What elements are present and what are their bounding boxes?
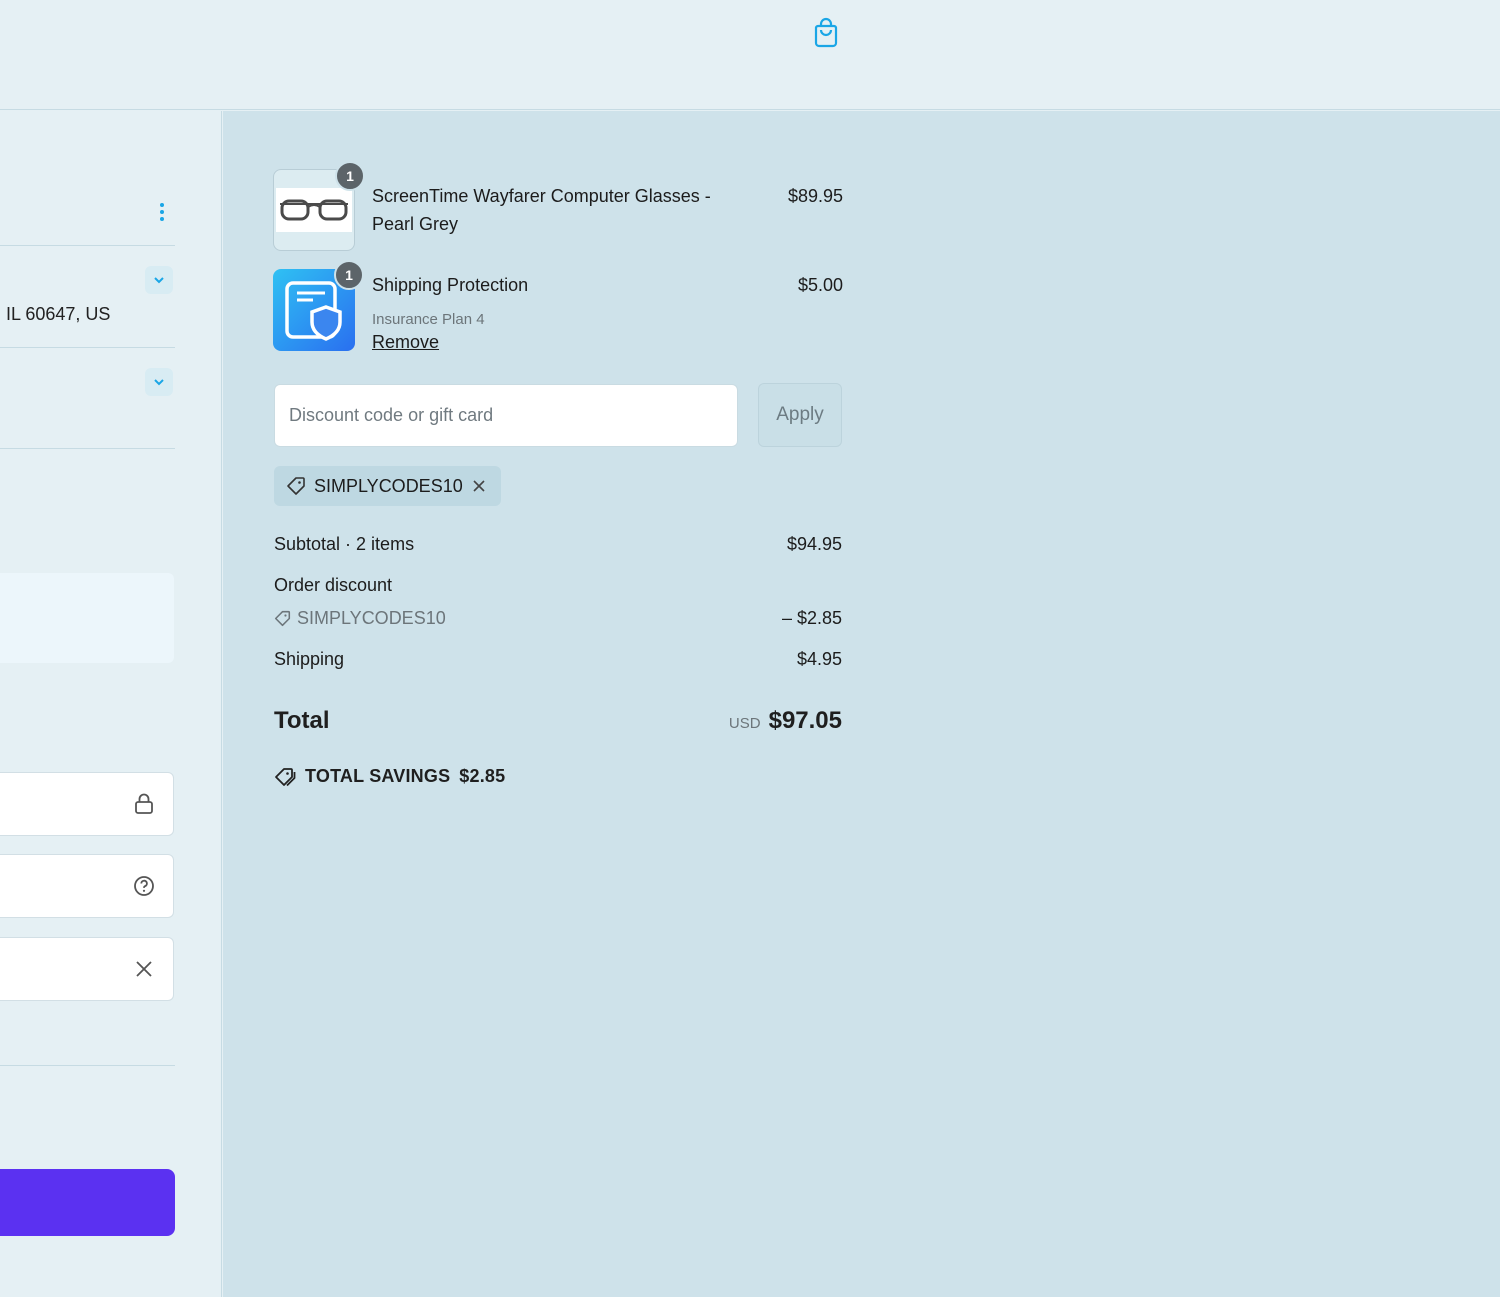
discount-code-label: SIMPLYCODES10 [297,608,446,628]
shipping-address-text: IL 60647, US [6,304,111,324]
line-item: 1 Shipping Protection $5.00 Insurance Pl… [273,260,843,353]
applied-discount-chip: SIMPLYCODES10 [274,466,501,506]
remove-code-icon[interactable] [471,478,487,494]
security-code-field[interactable] [0,854,174,918]
shipping-row: Shipping $4.95 [274,649,842,670]
checkout-form-pane: IL 60647, US [0,111,222,1297]
card-number-field[interactable] [0,772,174,836]
shipping-value: $4.95 [796,649,842,669]
name-on-card-field[interactable] [0,937,174,1001]
tags-icon [275,767,296,786]
item-title: ScreenTime Wayfarer Computer Glasses - P… [372,186,711,234]
discount-value: – $2.85 [781,608,842,628]
subtotal-label: Subtotal · 2 items [274,534,415,554]
line-item: 1 ScreenTime Wayfarer Computer Glasses -… [273,161,843,251]
quantity-badge: 1 [334,260,364,290]
item-price: $5.00 [797,275,843,295]
divider [0,1065,175,1066]
help-circle-icon[interactable] [133,875,155,897]
lock-icon [135,793,153,814]
expand-shipping-method-button[interactable] [145,368,173,396]
more-options-icon[interactable] [155,201,169,225]
total-label: Total [274,707,330,734]
item-variant: Insurance Plan 4 [372,311,485,328]
order-discount-label: Order discount [274,575,393,595]
shield-thumbnail: 1 [273,260,364,351]
divider [0,347,175,348]
divider [0,448,175,449]
quantity-badge: 1 [335,161,365,191]
shipping-label: Shipping [274,649,345,669]
applied-code-label: SIMPLYCODES10 [314,475,463,496]
chevron-down-icon [154,277,164,284]
item-price: $89.95 [787,186,843,206]
total-amount: USD $97.05 [729,707,842,735]
shopping-bag-icon[interactable] [812,17,840,49]
subtotal-value: $94.95 [786,534,842,554]
glasses-thumbnail: 1 [273,161,365,251]
discount-code-input[interactable] [274,384,738,447]
checkout-header [0,0,1500,110]
order-discount-row: Order discount [274,575,842,596]
discount-code-row: SIMPLYCODES10 – $2.85 [274,608,842,629]
apply-discount-button[interactable]: Apply [758,383,842,447]
order-summary-pane: 1 ScreenTime Wayfarer Computer Glasses -… [223,111,1500,1297]
clear-icon[interactable] [133,958,155,980]
total-value: $97.05 [768,707,842,734]
pay-now-button[interactable] [0,1169,175,1236]
item-title: Shipping Protection [372,275,529,295]
chevron-down-icon [154,379,164,386]
currency-code: USD [728,715,761,732]
tag-icon [287,477,305,495]
expand-address-button[interactable] [145,266,173,294]
total-savings: TOTAL SAVINGS $2.85 [274,766,505,787]
subtotal-row: Subtotal · 2 items $94.95 [274,534,842,555]
tag-icon [274,610,291,627]
discount-code-info: SIMPLYCODES10 [274,608,842,629]
savings-value: $2.85 [459,766,506,786]
remove-link[interactable]: Remove [372,332,439,353]
info-box [0,573,174,663]
divider [0,245,175,246]
savings-label: TOTAL SAVINGS [305,766,451,786]
